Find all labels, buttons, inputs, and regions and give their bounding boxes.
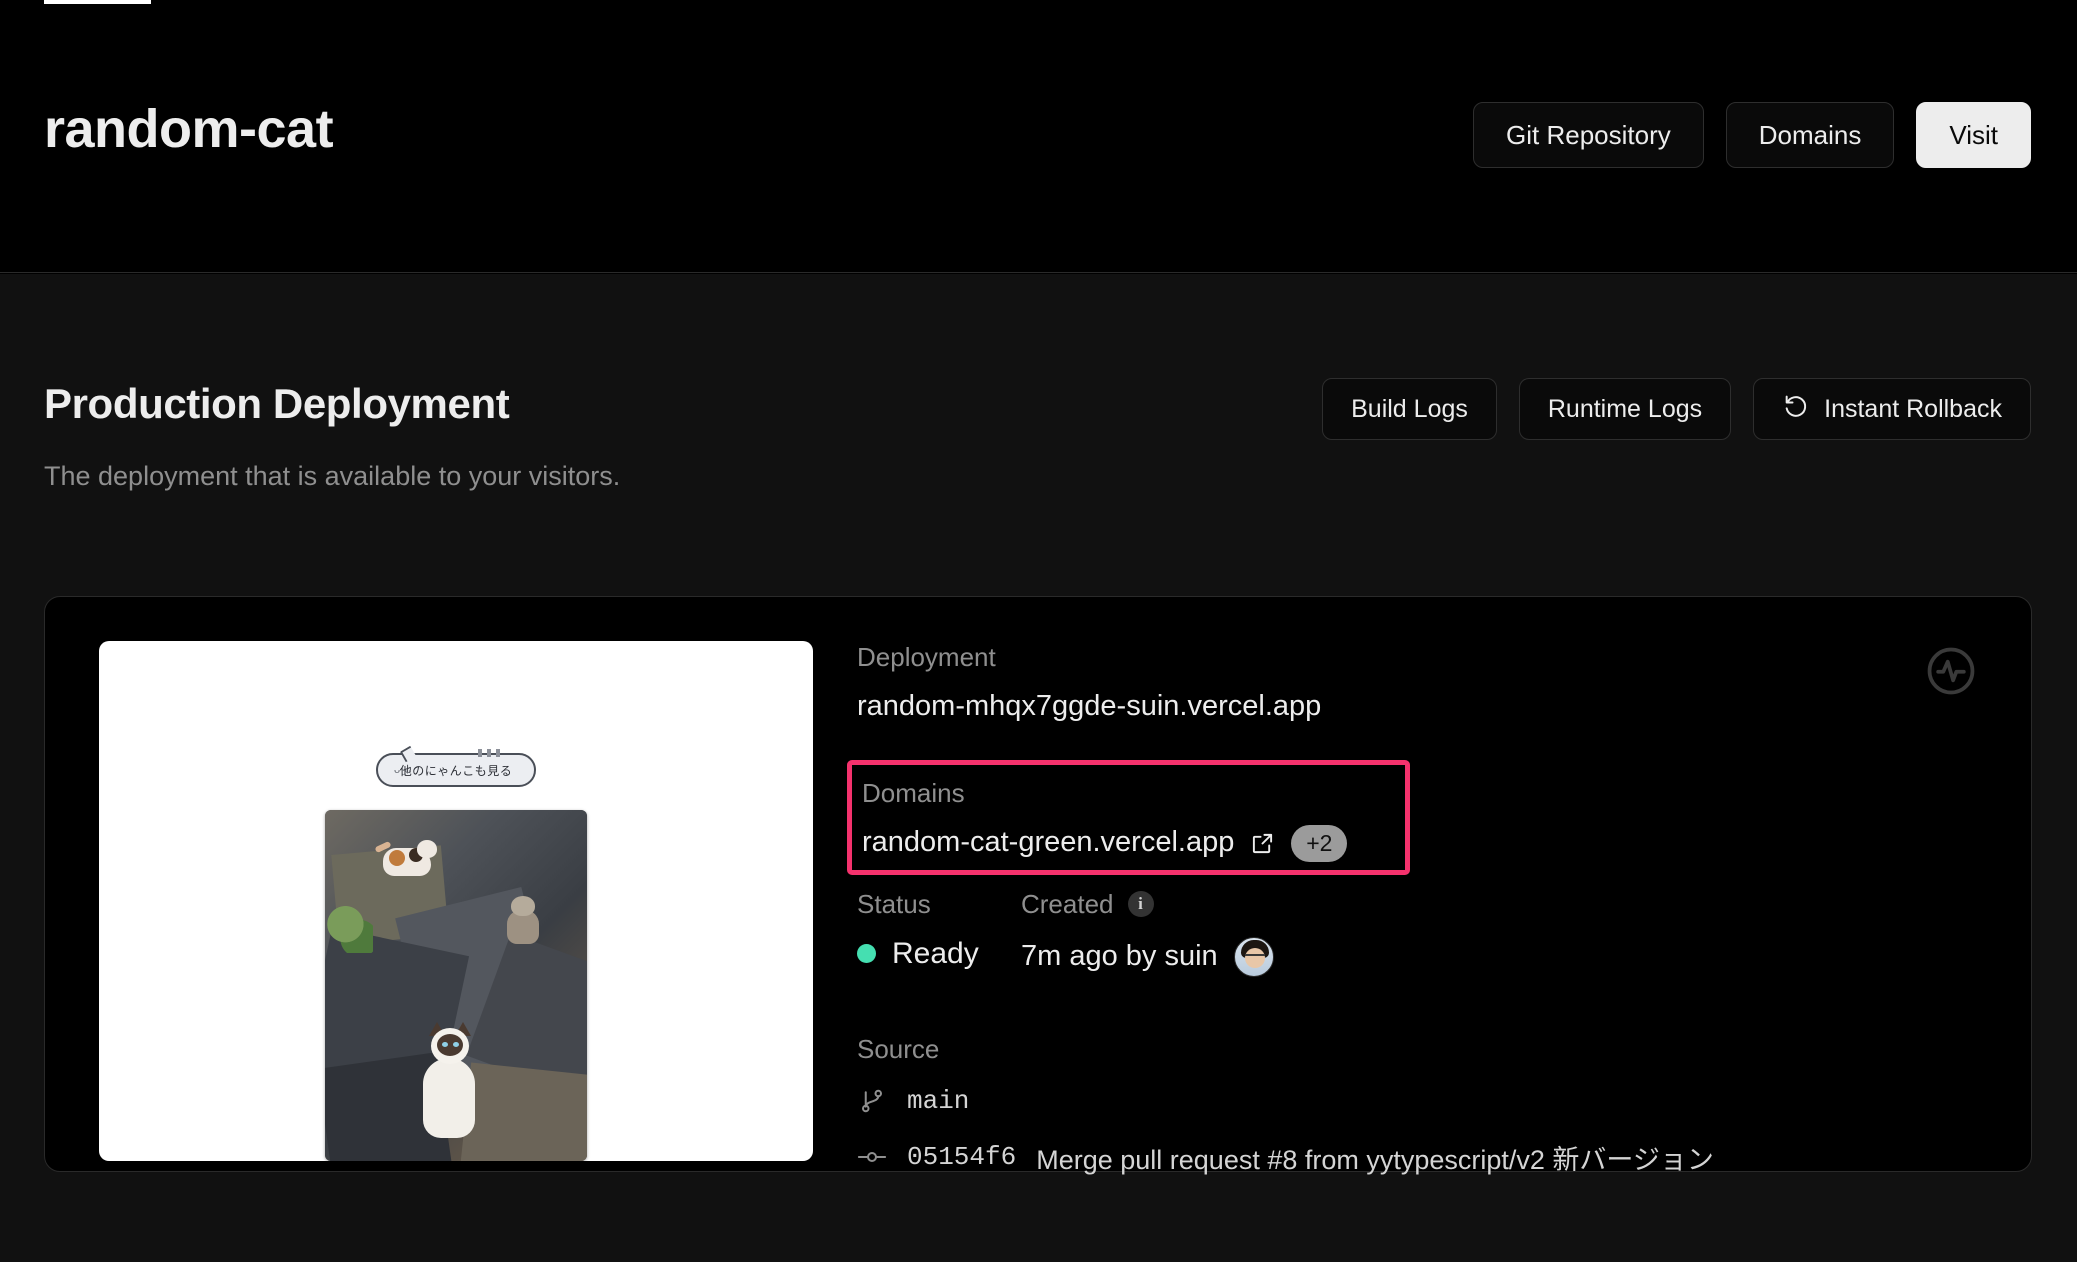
created-line: 7m ago by suin [1021,936,1441,977]
source-field: Source main 05154f6 Merge pull request #… [857,1035,1714,1177]
status-label: Status [857,889,931,919]
visit-button[interactable]: Visit [1916,102,2031,168]
created-label: Created [1021,889,1114,919]
main-content: Production Deployment The deployment tha… [0,274,2077,1262]
commit-hash: 05154f6 [907,1142,1017,1173]
production-deployment-card: ᴗ·̫ᴗ 他のにゃんこも見る Deployment random-mhqx7gg… [44,596,2032,1175]
see-other-cats-button[interactable]: ᴗ·̫ᴗ 他のにゃんこも見る [376,748,536,788]
status-field: Status Ready [857,890,1021,977]
cat-photo [325,810,587,1161]
instant-rollback-label: Instant Rollback [1824,394,2002,423]
instant-rollback-button[interactable]: Instant Rollback [1753,378,2031,440]
branch-row[interactable]: main [857,1086,1714,1116]
status-created-group: Status Ready Created i 7m ago by suin [857,890,1441,977]
domains-label: Domains [862,778,965,808]
page-title: random-cat [44,99,334,159]
section-actions: Build Logs Runtime Logs Instant Rollback [1322,378,2031,440]
deployment-label: Deployment [857,642,996,672]
rollback-icon [1782,392,1810,427]
commit-row[interactable]: 05154f6 Merge pull request #8 from yytyp… [857,1138,1714,1177]
info-icon[interactable]: i [1127,891,1154,918]
section-subtitle: The deployment that is available to your… [44,461,621,492]
created-label-row: Created i [1021,890,1441,919]
cat-face-icon: ᴗ·̫ᴗ [394,764,412,777]
extra-domains-badge[interactable]: +2 [1291,824,1348,862]
activity-pulse-icon[interactable] [1923,643,1979,699]
git-commit-icon [857,1142,887,1172]
domains-field-highlighted: Domains random-cat-green.vercel.app +2 [847,760,1410,875]
domain-row: random-cat-green.vercel.app +2 [862,824,1405,862]
status-line: Ready [857,937,1021,970]
commit-message: Merge pull request #8 from yytypescript/… [1036,1144,1714,1175]
header-actions: Git Repository Domains Visit [1473,102,2031,168]
runtime-logs-button[interactable]: Runtime Logs [1518,378,1732,440]
deployment-url[interactable]: random-mhqx7ggde-suin.vercel.app [857,690,1321,723]
status-badge: Ready [892,936,979,970]
git-repository-button[interactable]: Git Repository [1473,102,1704,168]
deployment-field: Deployment random-mhqx7ggde-suin.vercel.… [857,643,1321,722]
git-branch-icon [857,1086,887,1116]
preview-inner: ᴗ·̫ᴗ 他のにゃんこも見る [99,641,813,1161]
created-timestamp: 7m ago by suin [1021,939,1218,972]
see-other-cats-label: 他のにゃんこも見る [399,763,513,778]
avatar[interactable] [1233,936,1274,977]
status-dot-icon [857,943,876,963]
build-logs-button[interactable]: Build Logs [1322,378,1497,440]
created-field: Created i 7m ago by suin [1021,890,1441,977]
source-label: Source [857,1034,940,1064]
branch-name: main [907,1085,970,1116]
external-link-icon[interactable] [1251,832,1274,855]
deployment-preview-thumbnail[interactable]: ᴗ·̫ᴗ 他のにゃんこも見る [99,641,813,1161]
domain-url-link[interactable]: random-cat-green.vercel.app [862,826,1234,859]
domains-button[interactable]: Domains [1725,102,1895,168]
project-header: random-cat Git Repository Domains Visit [0,4,2077,273]
